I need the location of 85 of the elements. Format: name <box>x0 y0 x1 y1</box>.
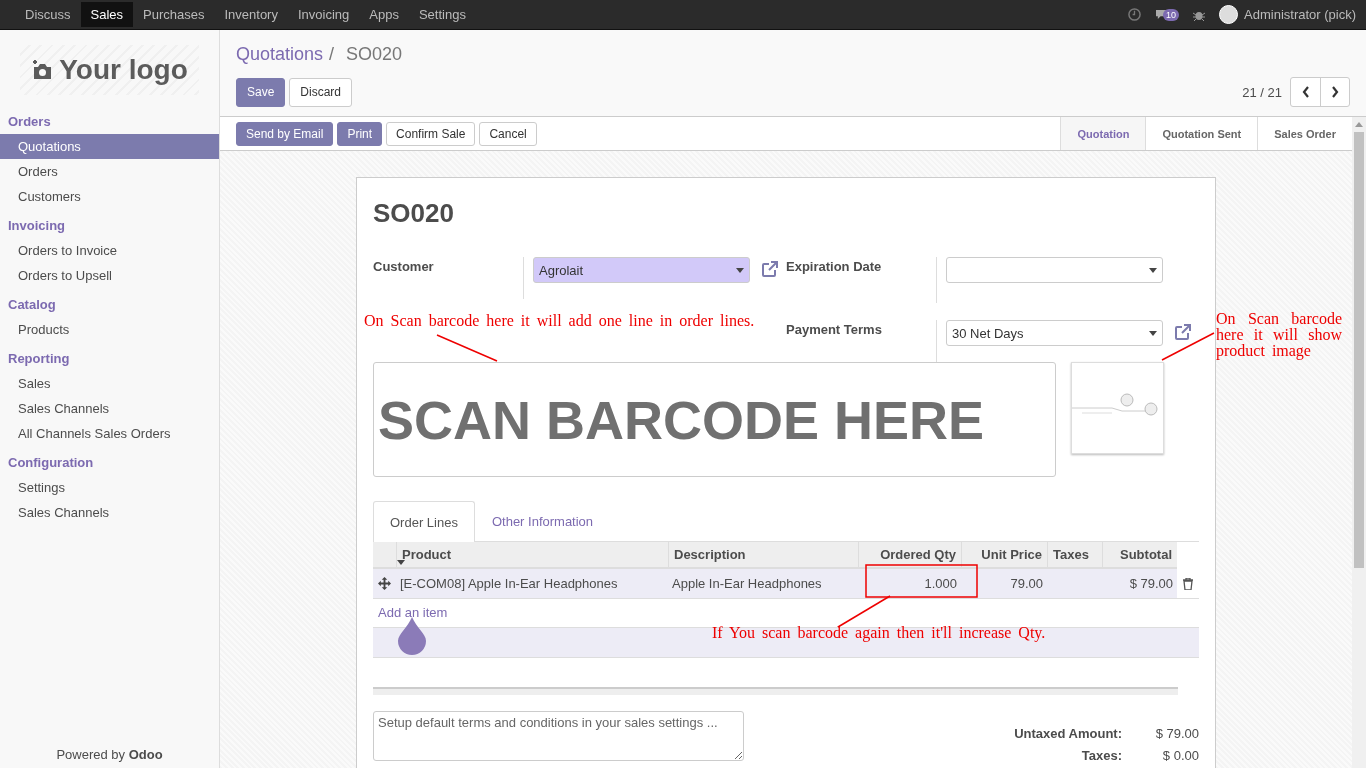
sidebar-section-title: Reporting <box>7 350 71 368</box>
sidebar-section-title: Invoicing <box>7 217 67 235</box>
external-link-icon[interactable] <box>760 259 780 279</box>
total-value: $ 79.00 <box>1154 726 1199 741</box>
user-name[interactable]: Administrator (pick) <box>1244 7 1356 22</box>
sidebar-item[interactable]: Orders to Upsell <box>0 263 219 288</box>
table-cell: Apple In-Ear Headphones <box>668 569 858 599</box>
menu-item[interactable]: Purchases <box>133 2 215 27</box>
menu-item[interactable]: Apps <box>359 2 409 27</box>
action-button[interactable]: Confirm Sale <box>386 121 476 146</box>
breadcrumb-separator: / <box>329 43 335 65</box>
tab[interactable]: Other Information <box>474 501 611 541</box>
chevron-left-icon <box>1301 86 1310 98</box>
sidebar-item[interactable]: Quotations <box>0 134 219 159</box>
table-cell: 1.000 <box>858 569 961 599</box>
pager-text: 21 / 21 <box>1242 84 1282 100</box>
column-header[interactable]: Product <box>396 542 668 569</box>
sidebar-item[interactable]: Products <box>0 317 219 342</box>
menu-item[interactable]: Invoicing <box>287 2 360 27</box>
action-button[interactable]: Print <box>337 121 383 146</box>
sidebar-item[interactable]: All Channels Sales Orders <box>0 421 219 446</box>
clock-icon[interactable] <box>1128 8 1141 21</box>
avatar[interactable] <box>1219 5 1239 24</box>
leader-line <box>1161 332 1215 361</box>
powered-by-text: Powered by Odoo <box>55 746 164 764</box>
select-field[interactable]: Agrolait <box>533 257 750 283</box>
sidebar-item[interactable]: Sales Channels <box>0 500 219 525</box>
sidebar-item[interactable]: Orders to Invoice <box>0 238 219 263</box>
action-button[interactable]: Send by Email <box>236 121 334 146</box>
field-label: Customer <box>373 258 435 274</box>
column-header[interactable]: Taxes <box>1047 542 1102 569</box>
save-button[interactable]: Save <box>236 77 286 107</box>
leader-line <box>436 334 498 362</box>
table-cell: $ 79.00 <box>1102 569 1177 599</box>
breadcrumb-current: SO020 <box>346 43 403 65</box>
annotation-text: On Scan barcode here it will add one line in order lines. <box>364 312 755 330</box>
sidebar-item[interactable]: Sales <box>0 371 219 396</box>
add-item-link[interactable]: Add an item <box>373 602 453 622</box>
breadcrumb-link[interactable]: Quotations <box>236 43 324 65</box>
sidebar-item[interactable]: Orders <box>0 159 219 184</box>
field-label: Expiration Date <box>786 258 883 274</box>
total-label: Taxes: <box>1080 748 1122 763</box>
field-label: Payment Terms <box>786 321 883 337</box>
message-count-badge: 10 <box>1163 8 1180 21</box>
caret-icon <box>736 267 744 273</box>
annotation-text: On Scan barcode here it will show product image <box>1216 311 1342 359</box>
column-header[interactable]: Subtotal <box>1102 542 1177 569</box>
table-cell: 79.00 <box>961 569 1047 599</box>
sidebar-section-title: Orders <box>7 113 52 131</box>
tab[interactable]: Order Lines <box>373 501 475 542</box>
select-field[interactable] <box>946 257 1163 283</box>
total-label: Untaxed Amount: <box>1014 726 1122 741</box>
sidebar-section-title: Configuration <box>7 454 95 472</box>
scrollbar[interactable] <box>1352 117 1366 768</box>
column-header[interactable]: Ordered Qty <box>858 542 961 569</box>
sidebar-section-title: Catalog <box>7 296 57 314</box>
table-cell: [E-COM08] Apple In-Ear Headphones <box>396 569 668 599</box>
caret-icon <box>1149 330 1157 336</box>
caret-icon <box>1149 267 1157 273</box>
menu-item[interactable]: Discuss <box>15 2 81 27</box>
select-field[interactable]: 30 Net Days <box>946 320 1163 346</box>
drag-handle-icon[interactable] <box>378 577 391 590</box>
discard-button[interactable]: Discard <box>289 77 353 107</box>
drop-marker-icon <box>398 617 426 655</box>
external-link-icon[interactable] <box>1173 322 1193 342</box>
barcode-input-field[interactable]: SCAN BARCODE HERE <box>373 362 1056 477</box>
action-button[interactable]: Cancel <box>479 121 537 146</box>
sidebar-item[interactable]: Customers <box>0 184 219 209</box>
camera-plus-icon <box>31 60 54 80</box>
total-value: $ 0.00 <box>1161 748 1199 763</box>
menu-item[interactable]: Sales <box>80 2 134 27</box>
column-header[interactable]: Unit Price <box>961 542 1047 569</box>
sidebar-item[interactable]: Sales Channels <box>0 396 219 421</box>
logo-text: Your logo <box>59 54 188 86</box>
column-header[interactable]: Description <box>668 542 858 569</box>
sidebar-item[interactable]: Settings <box>0 475 219 500</box>
trash-icon[interactable] <box>1183 577 1193 590</box>
menu-item[interactable]: Inventory <box>214 2 288 27</box>
terms-field[interactable]: Setup default terms and conditions in your sales settings ... <box>373 711 744 761</box>
leader-line <box>837 595 891 628</box>
stage-step[interactable]: Quotation <box>1060 117 1146 150</box>
annotation-text: If You scan barcode again then it'll increase Qty. <box>712 624 1046 642</box>
record-title: SO020 <box>373 198 455 229</box>
menu-item[interactable]: Settings <box>408 2 476 27</box>
chevron-right-icon <box>1331 86 1339 98</box>
